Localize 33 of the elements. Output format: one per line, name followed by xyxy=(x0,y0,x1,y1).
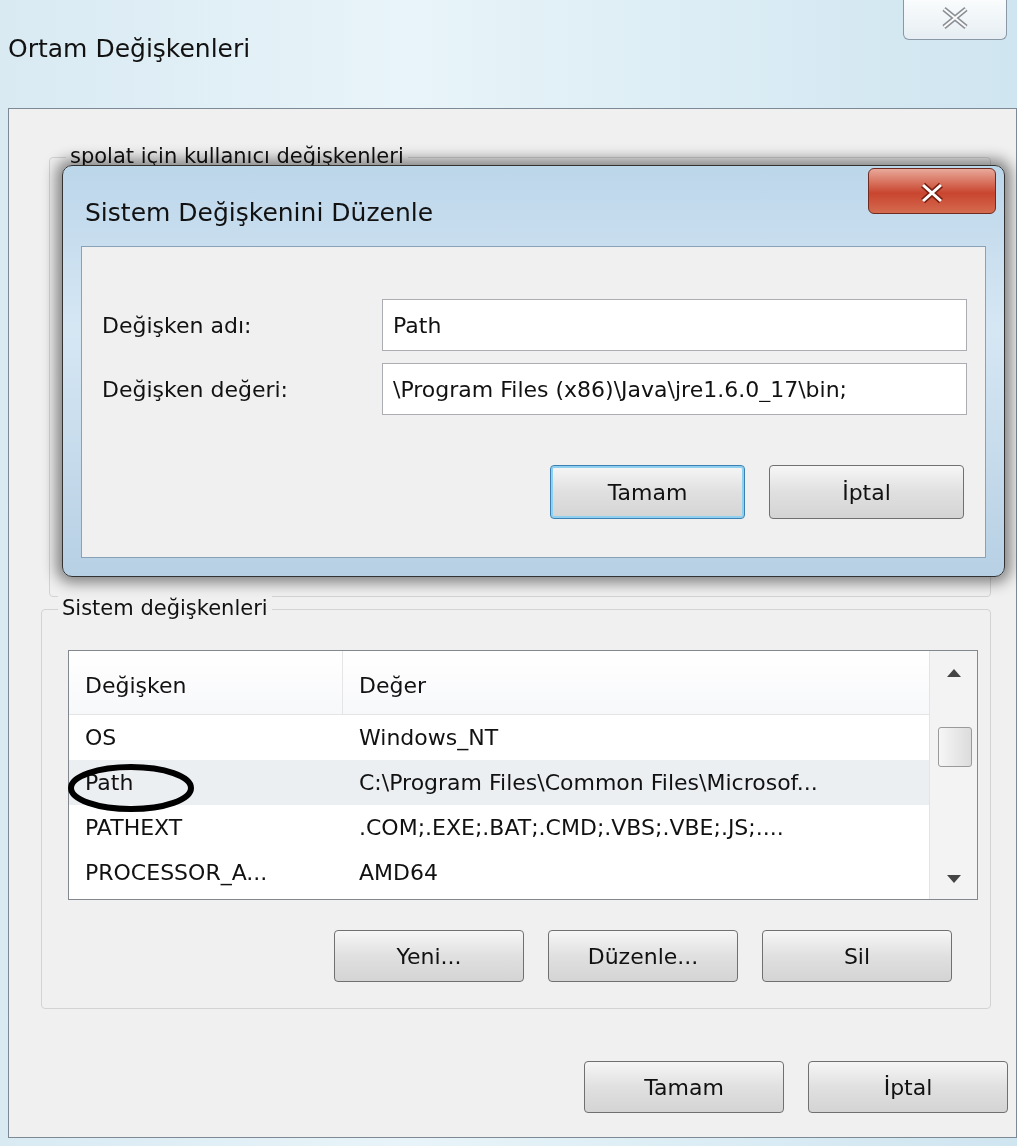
column-header[interactable]: Değer xyxy=(343,651,427,714)
scrollbar[interactable] xyxy=(929,651,977,899)
variable-value: AMD64 xyxy=(358,859,438,887)
column-header[interactable]: Değişken xyxy=(69,651,343,714)
input-field[interactable]: Path xyxy=(382,299,967,351)
dialog-button[interactable]: Düzenle... xyxy=(548,930,738,982)
list-row[interactable]: OS Windows_NT xyxy=(69,715,929,760)
variable-name: OS xyxy=(84,724,118,752)
scroll-down-icon[interactable] xyxy=(947,875,961,883)
field-label: Değişken değeri: xyxy=(101,375,289,404)
window-title: Ortam Değişkenleri xyxy=(8,34,251,63)
dialog-button[interactable]: Sil xyxy=(762,930,952,982)
variable-name: Path xyxy=(69,766,343,799)
field-label: Değişken adı: xyxy=(101,311,253,340)
dialog-button[interactable]: İptal xyxy=(808,1061,1008,1113)
variable-value: .COM;.EXE;.BAT;.CMD;.VBS;.VBE;.JS;.... xyxy=(358,814,784,842)
close-button[interactable] xyxy=(868,168,996,214)
dialog-button[interactable]: Tamam xyxy=(584,1061,784,1113)
dialog-button[interactable]: Yeni... xyxy=(334,930,524,982)
dialog-title: Sistem Değişkenini Düzenle xyxy=(85,197,434,229)
input-field[interactable]: \Program Files (x86)\Java\jre1.6.0_17\bin; xyxy=(382,363,967,415)
list-row[interactable]: PATHEXT .COM;.EXE;.BAT;.CMD;.VBS;.VBE;.JS;.... xyxy=(69,805,929,850)
scroll-thumb[interactable] xyxy=(938,727,972,767)
list-row[interactable]: PROCESSOR_A... AMD64 xyxy=(69,850,929,895)
close-icon xyxy=(920,181,944,204)
variable-name: PATHEXT xyxy=(84,814,184,842)
variable-value: Windows_NT xyxy=(358,724,499,753)
close-icon xyxy=(941,6,969,30)
variable-value: C:\Program Files\Common Files\Microsof... xyxy=(358,769,818,797)
scroll-up-icon[interactable] xyxy=(947,669,961,677)
dialog-button[interactable]: İptal xyxy=(769,465,964,519)
dialog-button[interactable]: Tamam xyxy=(550,465,745,519)
variable-name: PROCESSOR_A... xyxy=(84,859,269,888)
